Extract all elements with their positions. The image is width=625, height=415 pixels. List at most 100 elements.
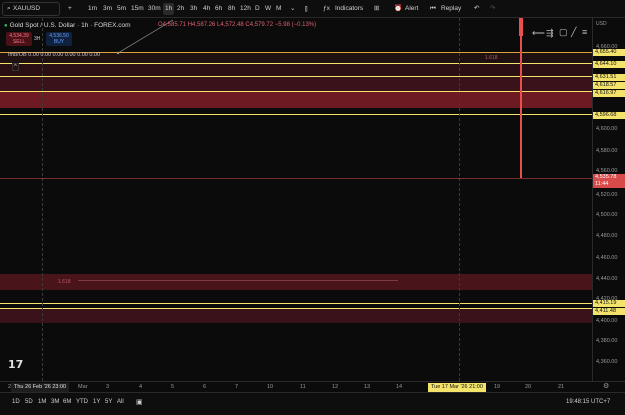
interval-30m[interactable]: 30m <box>146 3 163 15</box>
price-tick: 4,380.00 <box>596 338 618 344</box>
price-tick: 4,580.00 <box>596 148 618 154</box>
range-1M[interactable]: 1M <box>38 399 46 405</box>
legend-title[interactable]: Gold Spot / U.S. Dollar · 1h · FOREX.com <box>10 22 131 29</box>
fib-icon[interactable]: ≡ <box>582 27 587 37</box>
interval-1h[interactable]: 1h <box>163 3 175 15</box>
dark-zone-2 <box>0 64 592 76</box>
time-tick: 11 <box>300 384 306 390</box>
interval-3m[interactable]: 3m <box>101 3 114 15</box>
price-label-4415: 4,415.19 <box>593 300 625 307</box>
range-5D[interactable]: 5D <box>25 399 33 405</box>
interval-8h[interactable]: 8h <box>226 3 237 15</box>
undo-icon[interactable]: ↶ <box>472 3 481 15</box>
price-tick: 4,520.00 <box>596 192 618 198</box>
spread-value: 3H <box>34 36 41 42</box>
interval-6h[interactable]: 6h <box>213 3 224 15</box>
level-line-4415 <box>0 303 592 304</box>
current-price-label: 4,535.78 <box>593 174 625 181</box>
symbol-search[interactable]: ⌕ XAUUSD <box>2 2 60 16</box>
crosshair-vertical-right <box>459 18 460 381</box>
price-tick: 4,400.00 <box>596 318 618 324</box>
interval-1m[interactable]: 1m <box>86 3 99 15</box>
sell-button[interactable]: 4,534.39 SELL <box>6 32 32 46</box>
candle-wick <box>520 18 522 178</box>
price-label-4644: 4,644.10 <box>593 61 625 68</box>
rectangle-icon[interactable]: ▢ <box>559 27 568 38</box>
currency-label: USD <box>596 21 607 27</box>
time-tick: 20 <box>525 384 532 390</box>
candle-type-icon[interactable]: ⫾ <box>303 3 310 15</box>
replay-button[interactable]: Replay <box>439 3 463 15</box>
sell-label: SELL <box>12 39 26 45</box>
market-status-icon: ● <box>4 23 8 29</box>
interval-12h[interactable]: 12h <box>238 3 253 15</box>
top-toolbar: ⌕ XAUUSD + 1m 3m 5m 15m 30m 1h 2h 3h 4h … <box>0 0 625 18</box>
price-tick: 4,500.00 <box>596 212 618 218</box>
time-tick: 12 <box>332 384 339 390</box>
tradingview-logo-icon: 17 <box>8 358 24 371</box>
compare-plus-icon[interactable]: + <box>66 3 74 15</box>
candle-body <box>519 18 523 36</box>
zone-label-top: 1.618 <box>485 55 498 61</box>
horizontal-ray-icon[interactable]: ⟵ <box>532 28 545 39</box>
time-tick: 3 <box>106 384 110 390</box>
replay-icon[interactable]: ⏮ <box>428 3 438 15</box>
interval-2h[interactable]: 2h <box>175 3 186 15</box>
red-zone-main <box>0 92 592 108</box>
indicators-button[interactable]: Indicators <box>333 3 365 15</box>
time-axis[interactable]: 2 Thu 26 Feb '26 23:00 Mar 3 4 5 6 7 10 … <box>0 381 625 392</box>
interval-D[interactable]: D <box>253 3 262 15</box>
drawing-toolbar: ⟵ ⇶ ▢ ╱ ≡ <box>526 26 592 42</box>
buy-button[interactable]: 4,536.50 BUY <box>46 32 72 46</box>
zone-label-mid: 1.618 <box>58 279 71 285</box>
interval-M[interactable]: M <box>274 3 283 15</box>
red-zone-bottom <box>0 309 592 323</box>
time-tick: 7 <box>235 384 239 390</box>
interval-5m[interactable]: 5m <box>115 3 128 15</box>
crosshair-time-right: Tue 17 Mar '26 21:00 <box>428 383 486 392</box>
layout-grid-icon[interactable]: ⊞ <box>372 3 381 15</box>
price-label-4616: 4,616.97 <box>593 90 625 97</box>
range-5Y[interactable]: 5Y <box>105 399 112 405</box>
time-tick: 13 <box>364 384 371 390</box>
current-price-line <box>0 178 592 179</box>
symbol-label: XAUUSD <box>13 5 41 12</box>
interval-3h[interactable]: 3h <box>188 3 199 15</box>
interval-4h[interactable]: 4h <box>201 3 212 15</box>
interval-W[interactable]: W <box>263 3 273 15</box>
collapse-legend-icon[interactable]: ^ <box>12 63 19 71</box>
time-tick: 6 <box>203 384 207 390</box>
price-tick: 4,480.00 <box>596 233 618 239</box>
price-tick: 4,460.00 <box>596 255 618 261</box>
level-line-4596 <box>0 114 592 115</box>
range-YTD[interactable]: YTD <box>76 399 88 405</box>
price-axis[interactable]: USD 4,660.00 4,600.00 4,580.00 4,560.00 … <box>592 18 625 381</box>
range-1D[interactable]: 1D <box>12 399 20 405</box>
interval-dropdown-icon[interactable]: ⌄ <box>288 3 297 15</box>
redo-icon[interactable]: ↷ <box>488 3 497 15</box>
indicator-legend[interactable]: Imb/OB 0.00 0.00 0.00 0.00 0.00 0.00 <box>8 52 100 58</box>
axis-settings-icon[interactable]: ⚙ <box>603 382 609 390</box>
clock-label[interactable]: 19:48:15 UTC+7 <box>566 399 610 405</box>
parallel-lines-icon[interactable]: ⇶ <box>546 28 554 39</box>
goto-date-icon[interactable]: ▣ <box>136 398 143 406</box>
range-3M[interactable]: 3M <box>51 399 59 405</box>
bottom-bar: 1D 5D 1M 3M 6M YTD 1Y 5Y All ▣ 19:48:15 … <box>0 392 625 415</box>
time-tick: 14 <box>396 384 403 390</box>
chart-pane[interactable]: 1.618 1.618 ⟵ ⇶ ▢ ╱ ≡ ● Gold Spot / U.S.… <box>0 18 592 381</box>
bar-countdown-label: 11:44 <box>593 181 625 188</box>
crosshair-time-left: Thu 26 Feb '26 23:00 <box>11 383 70 392</box>
range-1Y[interactable]: 1Y <box>93 399 100 405</box>
interval-15m[interactable]: 15m <box>129 3 146 15</box>
alert-button[interactable]: Alert <box>403 3 420 15</box>
trendline-icon[interactable]: ╱ <box>571 27 576 38</box>
time-tick: 4 <box>139 384 143 390</box>
indicators-icon[interactable]: ƒx <box>321 3 332 15</box>
red-zone-lower <box>0 274 592 290</box>
range-All[interactable]: All <box>117 399 124 405</box>
price-label-4596: 4,596.68 <box>593 112 625 119</box>
price-tick: 4,440.00 <box>596 276 618 282</box>
buy-label: BUY <box>53 39 65 45</box>
price-tick: 4,360.00 <box>596 359 618 365</box>
range-6M[interactable]: 6M <box>63 399 71 405</box>
